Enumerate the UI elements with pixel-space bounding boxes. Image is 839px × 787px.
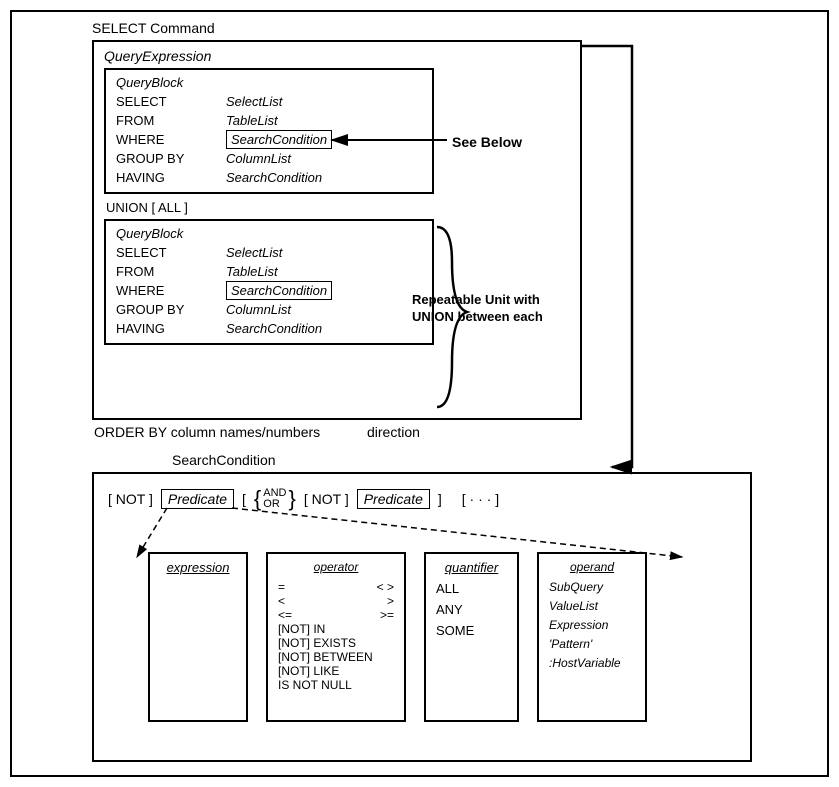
query-block-1-title: QueryBlock	[116, 75, 422, 90]
or-label: OR	[263, 499, 286, 510]
qb2-groupby-key: GROUP BY	[116, 302, 226, 317]
search-condition-box: [ NOT ] Predicate [ { AND OR } [ NOT ] P…	[92, 472, 752, 762]
select-command-title: SELECT Command	[92, 20, 215, 36]
qb1-having-val: SearchCondition	[226, 170, 322, 185]
op-ne: < >	[377, 580, 394, 594]
qb2-having: HAVING SearchCondition	[116, 319, 422, 337]
predicate-1-box: Predicate	[161, 489, 234, 509]
query-block-2: QueryBlock SELECT SelectList FROM TableL…	[104, 219, 434, 345]
qb1-where-val-box: SearchCondition	[226, 130, 332, 149]
qb2-where-key: WHERE	[116, 283, 226, 298]
qb2-select: SELECT SelectList	[116, 243, 422, 261]
qb2-groupby-val: ColumnList	[226, 302, 291, 317]
expression-title: expression	[160, 560, 236, 575]
direction-text: direction	[367, 424, 420, 440]
qb1-groupby: GROUP BY ColumnList	[116, 149, 422, 167]
qb1-having: HAVING SearchCondition	[116, 168, 422, 186]
operand-title: operand	[549, 560, 635, 574]
qb2-having-key: HAVING	[116, 321, 226, 336]
order-by-text: ORDER BY column names/numbers	[94, 424, 320, 440]
repeatable-text: Repeatable Unit with UNION between each	[412, 292, 562, 326]
operator-title: operator	[278, 560, 394, 574]
quant-any: ANY	[436, 602, 507, 617]
operand-valuelist: ValueList	[549, 599, 635, 613]
quant-some: SOME	[436, 623, 507, 638]
qb1-having-key: HAVING	[116, 170, 226, 185]
union-label: UNION [ ALL ]	[106, 200, 570, 215]
query-expression-box: QueryExpression QueryBlock SELECT Select…	[92, 40, 582, 420]
op-exists: [NOT] EXISTS	[278, 636, 394, 650]
qb2-from-val: TableList	[226, 264, 278, 279]
query-block-2-title: QueryBlock	[116, 226, 422, 241]
predicate-line: [ NOT ] Predicate [ { AND OR } [ NOT ] P…	[108, 486, 736, 512]
op-isnull: IS NOT NULL	[278, 678, 394, 692]
qb1-from: FROM TableList	[116, 111, 422, 129]
op-eq: =	[278, 580, 285, 594]
query-expression-label: QueryExpression	[104, 48, 570, 64]
lbrace-icon: {	[254, 486, 261, 512]
quantifier-title: quantifier	[436, 560, 507, 575]
and-or-stack: AND OR	[263, 488, 286, 510]
qb2-from-key: FROM	[116, 264, 226, 279]
qb2-select-key: SELECT	[116, 245, 226, 260]
operand-pattern: 'Pattern'	[549, 637, 635, 651]
qb2-where-val-box: SearchCondition	[226, 281, 332, 300]
right-bracket: ]	[438, 491, 442, 507]
left-bracket: [	[242, 491, 246, 507]
qb2-having-val: SearchCondition	[226, 321, 322, 336]
op-lt: <	[278, 594, 285, 608]
qb1-groupby-key: GROUP BY	[116, 151, 226, 166]
operand-hostvar: :HostVariable	[549, 656, 635, 670]
qb1-from-key: FROM	[116, 113, 226, 128]
search-condition-title: SearchCondition	[172, 452, 276, 468]
expression-box: expression	[148, 552, 248, 722]
op-le: <=	[278, 608, 292, 622]
qb2-groupby: GROUP BY ColumnList	[116, 300, 422, 318]
not-2: [ NOT ]	[304, 491, 349, 507]
see-below-label: See Below	[452, 134, 522, 150]
rbrace-icon: }	[289, 486, 296, 512]
query-block-1: QueryBlock SELECT SelectList FROM TableL…	[104, 68, 434, 194]
predicate-2-box: Predicate	[357, 489, 430, 509]
operand-box: operand SubQuery ValueList Expression 'P…	[537, 552, 647, 722]
op-like: [NOT] LIKE	[278, 664, 394, 678]
op-gt: >	[387, 594, 394, 608]
qb1-select-val: SelectList	[226, 94, 282, 109]
quant-all: ALL	[436, 581, 507, 596]
qb2-from: FROM TableList	[116, 262, 422, 280]
qb1-from-val: TableList	[226, 113, 278, 128]
qb1-where-key: WHERE	[116, 132, 226, 147]
op-in: [NOT] IN	[278, 622, 394, 636]
and-or-group: { AND OR }	[254, 486, 296, 512]
qb1-groupby-val: ColumnList	[226, 151, 291, 166]
qb1-select: SELECT SelectList	[116, 92, 422, 110]
op-between: [NOT] BETWEEN	[278, 650, 394, 664]
predicate-detail-row: expression operator = < > < > <= >= [NOT] I…	[148, 552, 736, 722]
operand-expression: Expression	[549, 618, 635, 632]
diagram-frame: SELECT Command QueryExpression QueryBloc…	[10, 10, 829, 777]
not-1: [ NOT ]	[108, 491, 153, 507]
qb2-select-val: SelectList	[226, 245, 282, 260]
operator-box: operator = < > < > <= >= [NOT] IN [NOT] EXI…	[266, 552, 406, 722]
qb1-select-key: SELECT	[116, 94, 226, 109]
ellipsis: [ · · · ]	[462, 491, 499, 507]
op-ge: >=	[380, 608, 394, 622]
operand-subquery: SubQuery	[549, 580, 635, 594]
qb1-where: WHERE SearchCondition	[116, 130, 422, 148]
qb2-where: WHERE SearchCondition	[116, 281, 422, 299]
quantifier-box: quantifier ALL ANY SOME	[424, 552, 519, 722]
